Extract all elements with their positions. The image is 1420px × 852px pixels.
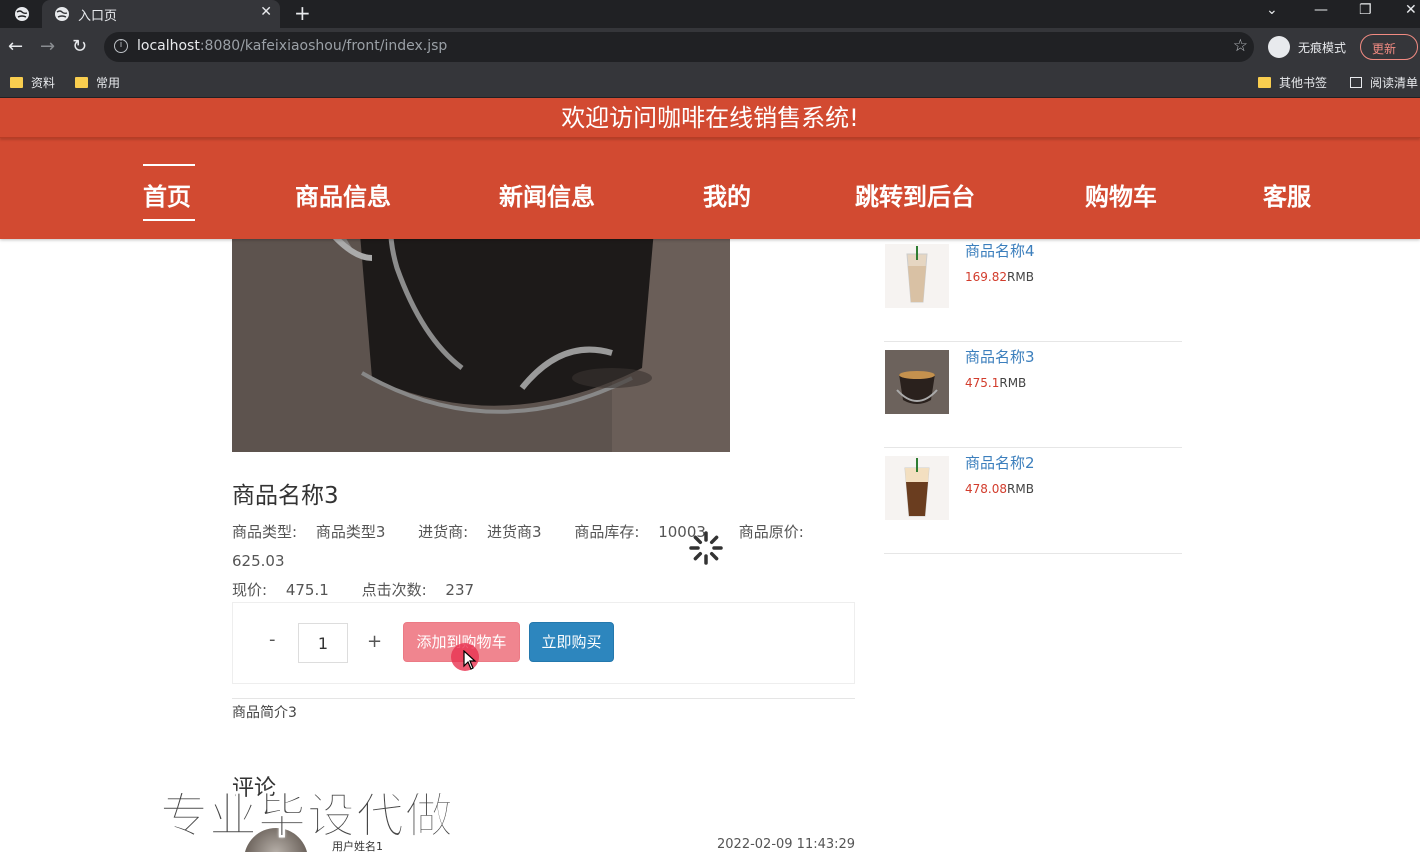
product-supplier: 进货商: 进货商3: [418, 523, 542, 541]
tab-search-icon[interactable]: [14, 6, 30, 22]
sidebar-product-price: 475.1RMB: [965, 376, 1027, 390]
bookmark-folder-ziliao[interactable]: 资料: [10, 74, 55, 91]
nav-active-indicator: [143, 164, 195, 166]
sidebar-product-price: 169.82RMB: [965, 270, 1034, 284]
page: 商品名称3 商品类型: 商品类型3 进货商: 进货商3 商品库存: 10003 …: [0, 98, 1420, 852]
sidebar-product-name[interactable]: 商品名称4: [965, 240, 1035, 261]
globe-icon: [55, 7, 69, 21]
update-button[interactable]: 更新: [1360, 34, 1418, 60]
restore-icon[interactable]: ❐: [1359, 2, 1372, 18]
nav-mine[interactable]: 我的: [703, 177, 751, 212]
list-item[interactable]: 商品名称2 478.08RMB: [884, 448, 1182, 554]
sidebar-product-name[interactable]: 商品名称3: [965, 346, 1035, 367]
product-description: 商品简介3: [232, 705, 297, 721]
bookmark-other[interactable]: 其他书签: [1258, 74, 1327, 91]
mouse-cursor-icon: [463, 650, 477, 670]
site-info-icon[interactable]: i: [114, 39, 128, 53]
divider: [232, 698, 855, 699]
reading-list-icon: [1350, 77, 1362, 88]
bookmark-star-icon[interactable]: ☆: [1233, 36, 1248, 56]
sidebar-product-name[interactable]: 商品名称2: [965, 452, 1035, 473]
incognito-label: 无痕模式: [1298, 41, 1347, 55]
browser-toolbar: ← → ↻ i localhost:8080/kafeixiaoshou/fro…: [0, 28, 1420, 66]
reload-icon[interactable]: ↻: [72, 36, 87, 57]
nav-cart[interactable]: 购物车: [1085, 177, 1157, 212]
nav-products[interactable]: 商品信息: [295, 177, 391, 212]
bookmarks-bar: 资料 常用 其他书签 阅读清单: [0, 66, 1420, 98]
address-bar[interactable]: i localhost:8080/kafeixiaoshou/front/ind…: [104, 32, 1254, 62]
list-item[interactable]: 商品名称4 169.82RMB: [884, 236, 1182, 342]
iced-coffee-icon: [885, 456, 949, 520]
incognito-icon: [1268, 36, 1290, 58]
folder-icon: [75, 77, 88, 88]
product-attributes: 商品类型: 商品类型3 进货商: 进货商3 商品库存: 10003 商品原价: …: [232, 518, 852, 605]
url-text[interactable]: localhost:8080/kafeixiaoshou/front/index…: [137, 38, 447, 54]
nav-customer-service[interactable]: 客服: [1263, 177, 1311, 212]
comment-time: 2022-02-09 11:43:29: [717, 837, 856, 852]
purchase-box: - + 添加到购物车 立即购买: [232, 602, 855, 684]
browser-tab-bar: 入口页 ✕ + ⌄ — ❐ ✕: [0, 0, 1420, 28]
iced-latte-icon: [885, 244, 949, 308]
quantity-increase-button[interactable]: +: [367, 631, 382, 652]
nav-active-indicator: [143, 219, 195, 221]
close-window-icon[interactable]: ✕: [1405, 2, 1417, 18]
list-item[interactable]: 商品名称3 475.1RMB: [884, 342, 1182, 448]
product-current-price: 现价: 475.1: [232, 581, 329, 599]
back-icon[interactable]: ←: [8, 36, 23, 57]
recommended-products: 商品名称4 169.82RMB 商品名称3 475.1RMB 商品名称2 478…: [884, 236, 1182, 554]
folder-icon: [1258, 77, 1271, 88]
product-title: 商品名称3: [232, 483, 339, 509]
espresso-glass-icon: [885, 350, 949, 414]
new-tab-icon[interactable]: +: [294, 1, 311, 25]
welcome-banner: 欢迎访问咖啡在线销售系统!: [0, 98, 1420, 138]
sidebar-product-price: 478.08RMB: [965, 482, 1034, 496]
product-type: 商品类型: 商品类型3: [232, 523, 386, 541]
quantity-decrease-button[interactable]: -: [269, 629, 276, 650]
reading-list[interactable]: 阅读清单: [1350, 74, 1418, 91]
watermark-text: 专业毕设代做: [159, 788, 455, 845]
tab-title: 入口页: [78, 9, 118, 24]
minimize-icon[interactable]: —: [1314, 2, 1328, 18]
forward-icon[interactable]: →: [40, 36, 55, 57]
site-header: 欢迎访问咖啡在线销售系统! 首页 商品信息 新闻信息 我的 跳转到后台 购物车 …: [0, 98, 1420, 239]
quantity-input[interactable]: [298, 623, 348, 663]
product-click-count: 点击次数: 237: [361, 581, 475, 599]
nav-news[interactable]: 新闻信息: [499, 177, 595, 212]
tab-search-dropdown-icon[interactable]: ⌄: [1266, 2, 1278, 18]
browser-tab[interactable]: 入口页 ✕: [42, 0, 280, 28]
bookmark-folder-changyong[interactable]: 常用: [75, 74, 120, 91]
close-tab-icon[interactable]: ✕: [260, 4, 272, 20]
folder-icon: [10, 77, 23, 88]
buy-now-button[interactable]: 立即购买: [529, 622, 614, 662]
loading-spinner-icon: [689, 531, 723, 565]
nav-home[interactable]: 首页: [143, 177, 191, 212]
nav-admin[interactable]: 跳转到后台: [855, 177, 975, 212]
